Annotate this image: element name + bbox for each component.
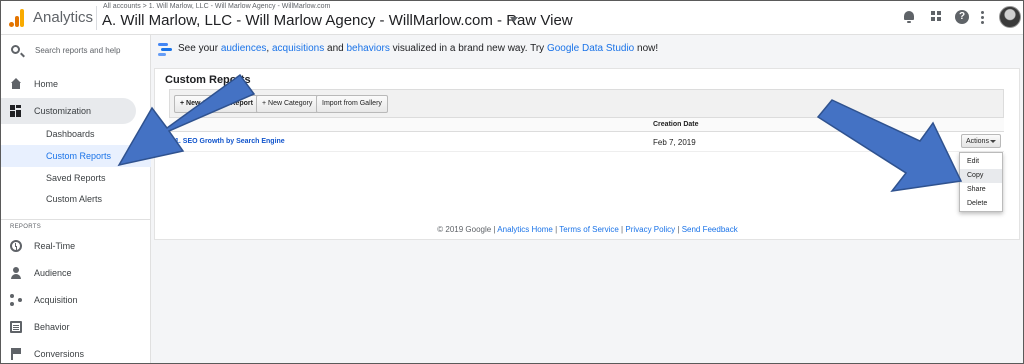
- search-icon: [11, 45, 20, 54]
- app-frame: Analytics All accounts > 1. Will Marlow,…: [0, 0, 1024, 364]
- import-from-gallery-button[interactable]: Import from Gallery: [316, 95, 388, 113]
- app-title[interactable]: Analytics: [33, 9, 93, 26]
- sidebar-divider: [1, 219, 151, 220]
- table-row: 1. SEO Growth by Search Engine Feb 7, 20…: [169, 132, 1004, 152]
- sidebar-item-label: Custom Reports: [46, 151, 112, 161]
- search-input[interactable]: Search reports and help: [35, 46, 120, 55]
- custom-reports-card: Custom Reports + New Custom Report + New…: [154, 68, 1020, 240]
- flag-icon: [10, 348, 22, 360]
- menu-item-share[interactable]: Share: [960, 183, 1002, 197]
- apps-grid-icon[interactable]: [930, 10, 944, 24]
- sidebar-item-acquisition[interactable]: Acquisition: [1, 288, 151, 312]
- view-selector[interactable]: A. Will Marlow, LLC - Will Marlow Agency…: [102, 12, 573, 29]
- sidebar-item-behavior[interactable]: Behavior: [1, 315, 151, 339]
- chevron-down-icon: [990, 140, 996, 143]
- reports-section-caption: REPORTS: [10, 224, 41, 230]
- behavior-icon: [10, 321, 22, 333]
- sidebar-item-customization[interactable]: Customization: [1, 99, 151, 123]
- sidebar-item-label: Conversions: [34, 349, 85, 359]
- new-category-button[interactable]: + New Category: [256, 95, 319, 113]
- more-vert-icon[interactable]: [981, 10, 985, 24]
- header-divider: [96, 6, 97, 30]
- privacy-policy-link[interactable]: Privacy Policy: [625, 225, 675, 234]
- sidebar-item-custom-alerts[interactable]: Custom Alerts: [1, 187, 151, 211]
- actions-label: Actions: [966, 138, 989, 145]
- sidebar: Search reports and help Home Customizati…: [1, 35, 151, 363]
- new-custom-report-button[interactable]: + New Custom Report: [174, 95, 259, 113]
- home-icon: [10, 78, 22, 90]
- account-avatar[interactable]: [999, 6, 1021, 28]
- acquisitions-link[interactable]: acquisitions: [272, 43, 324, 54]
- sidebar-item-label: Acquisition: [34, 295, 78, 305]
- audiences-link[interactable]: audiences: [221, 43, 267, 54]
- report-link[interactable]: 1. SEO Growth by Search Engine: [175, 138, 285, 145]
- data-studio-link[interactable]: Google Data Studio: [547, 43, 634, 54]
- send-feedback-link[interactable]: Send Feedback: [682, 225, 738, 234]
- reports-toolbar: + New Custom Report + New Category Impor…: [169, 89, 1004, 117]
- sidebar-item-label: Real-Time: [34, 241, 76, 251]
- clock-icon: [10, 240, 22, 252]
- terms-of-service-link[interactable]: Terms of Service: [559, 225, 619, 234]
- analytics-home-link[interactable]: Analytics Home: [497, 225, 553, 234]
- menu-item-edit[interactable]: Edit: [960, 155, 1002, 169]
- help-icon[interactable]: ?: [955, 10, 969, 24]
- behaviors-link[interactable]: behaviors: [346, 43, 389, 54]
- promo-text: See your audiences, acquisitions and beh…: [178, 43, 659, 54]
- top-header: Analytics All accounts > 1. Will Marlow,…: [1, 1, 1023, 35]
- actions-dropdown-button[interactable]: Actions: [961, 134, 1001, 148]
- column-header-creation-date[interactable]: Creation Date: [653, 121, 699, 128]
- sidebar-item-conversions[interactable]: Conversions: [1, 342, 151, 363]
- person-icon: [10, 267, 22, 279]
- sidebar-item-label: Custom Alerts: [46, 194, 103, 204]
- sidebar-item-label: Home: [34, 79, 59, 89]
- menu-item-copy[interactable]: Copy: [960, 169, 1002, 183]
- acquisition-icon: [10, 294, 22, 306]
- sidebar-item-label: Saved Reports: [46, 173, 106, 183]
- analytics-logo-icon[interactable]: [9, 9, 25, 27]
- sidebar-item-label: Audience: [34, 268, 72, 278]
- sidebar-item-label: Customization: [34, 106, 92, 116]
- sidebar-item-audience[interactable]: Audience: [1, 261, 151, 285]
- sidebar-item-home[interactable]: Home: [1, 72, 151, 96]
- footer: © 2019 Google | Analytics Home | Terms o…: [437, 225, 738, 234]
- sidebar-item-real-time[interactable]: Real-Time: [1, 234, 151, 258]
- page-title: Custom Reports: [165, 74, 251, 86]
- sidebar-item-label: Dashboards: [46, 129, 95, 139]
- sidebar-item-label: Behavior: [34, 322, 70, 332]
- account-breadcrumb[interactable]: All accounts > 1. Will Marlow, LLC - Wil…: [103, 3, 330, 10]
- sidebar-item-custom-reports[interactable]: Custom Reports: [1, 145, 151, 167]
- sidebar-item-dashboards[interactable]: Dashboards: [1, 122, 151, 146]
- data-studio-icon: [158, 42, 172, 56]
- chevron-down-icon[interactable]: [510, 17, 518, 22]
- menu-item-delete[interactable]: Delete: [960, 197, 1002, 211]
- main-content: See your audiences, acquisitions and beh…: [152, 35, 1023, 363]
- creation-date-cell: Feb 7, 2019: [653, 138, 696, 147]
- sidebar-search[interactable]: Search reports and help: [1, 35, 151, 67]
- actions-menu: Edit Copy Share Delete: [959, 152, 1003, 212]
- notifications-bell-icon[interactable]: [902, 10, 916, 24]
- table-header: Creation Date: [169, 117, 1004, 132]
- dashboard-grid-icon: [10, 105, 22, 117]
